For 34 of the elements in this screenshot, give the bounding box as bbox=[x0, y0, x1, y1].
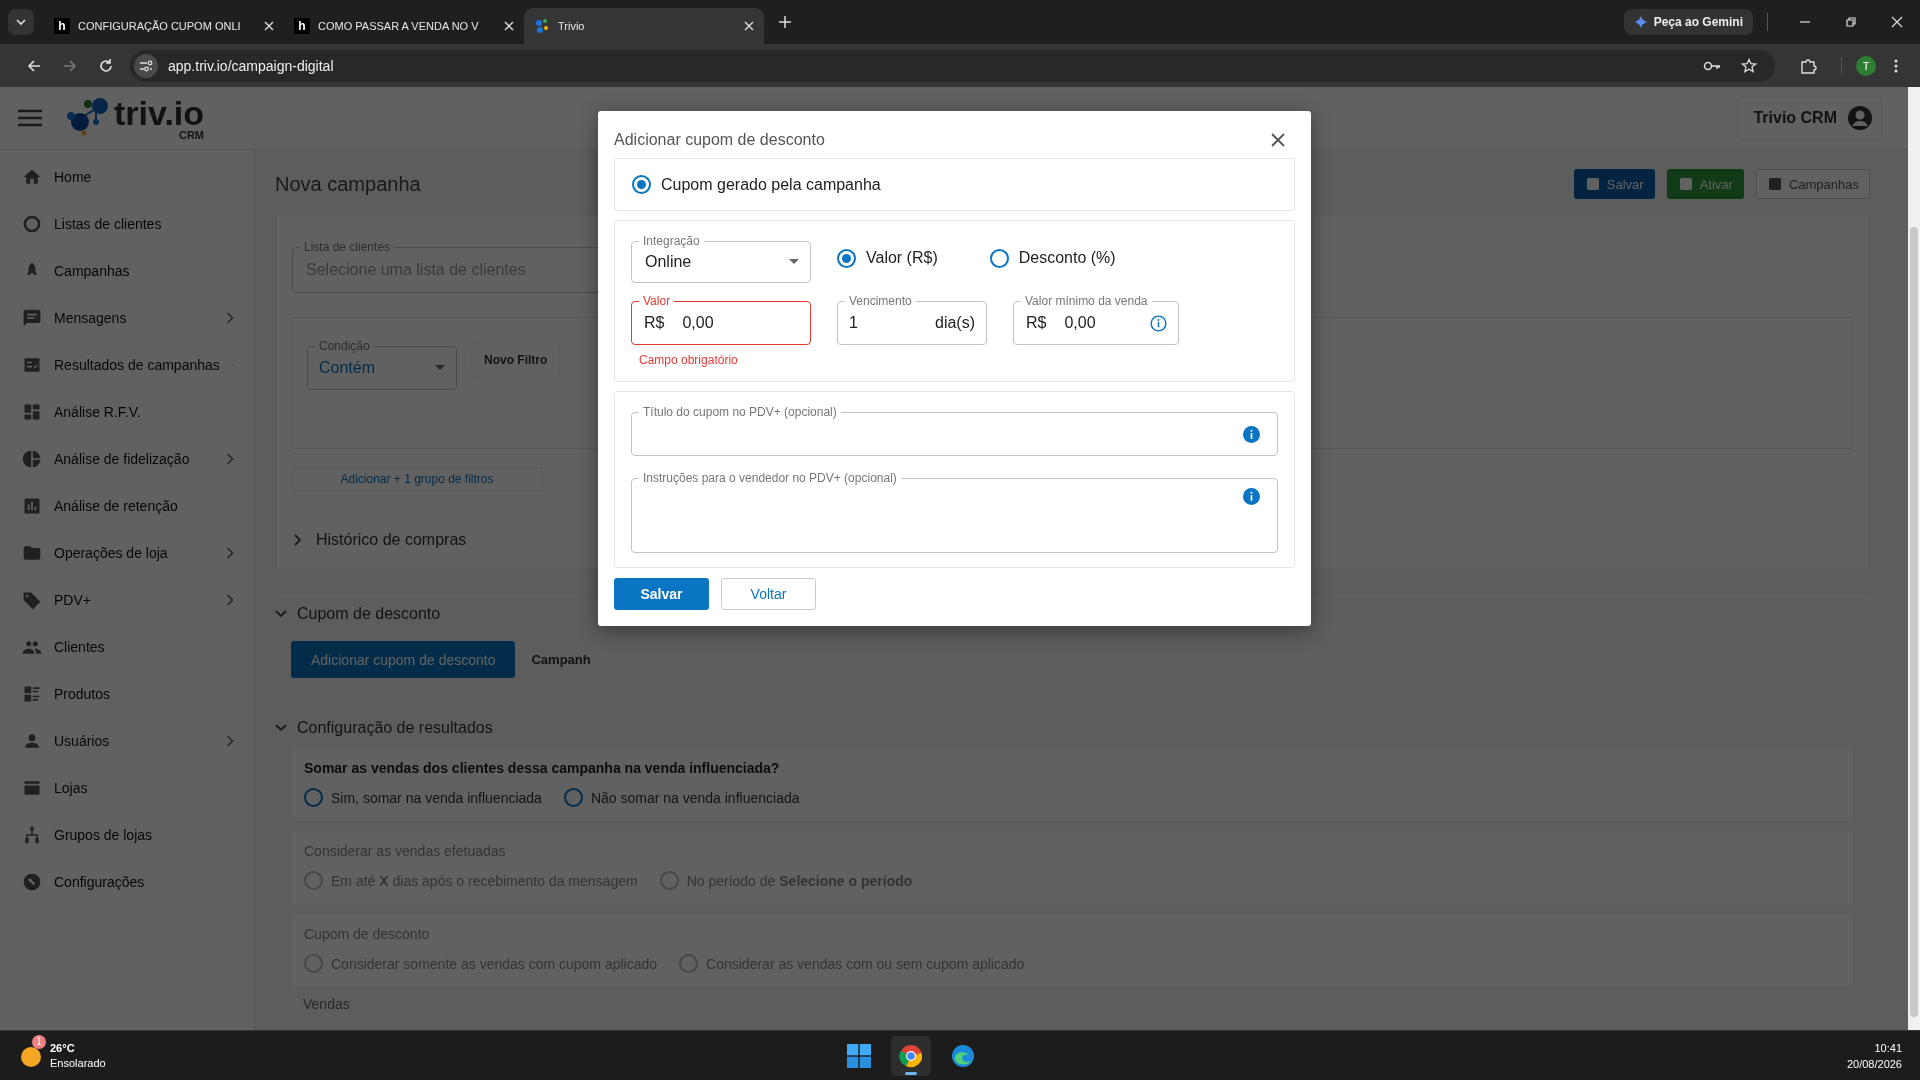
question-text: Somar as vendas dos clientes dessa campanha na venda influenciada? bbox=[304, 760, 781, 776]
field-label: Instruções para o vendedor no PDV+ (opcional) bbox=[639, 471, 901, 485]
unit-suffix: dia(s) bbox=[935, 314, 975, 332]
logo-text: triv.io bbox=[114, 95, 205, 130]
option-label: Desconto (%) bbox=[1018, 249, 1116, 267]
error-message: Campo obrigatório bbox=[638, 353, 739, 367]
tab-title: Trivio bbox=[558, 20, 586, 32]
weather-text: Ensolarado bbox=[50, 1055, 106, 1071]
option-label: Não somar na venda influenciada bbox=[590, 789, 800, 806]
currency-prefix: R$ bbox=[644, 314, 665, 332]
field-label: Título do cupom no PDV+ (opcional) bbox=[639, 405, 841, 419]
option-label: Sim, somar na venda influenciada bbox=[331, 789, 542, 806]
clock-date: 20/08/2026 bbox=[1846, 1056, 1902, 1072]
field-label: Valor mínimo da venda bbox=[1021, 294, 1152, 308]
url-text: app.triv.io/campaign-digital bbox=[168, 57, 334, 74]
tab-title: COMO PASSAR A VENDA NO V bbox=[318, 20, 480, 32]
temperature-text: 26°C bbox=[50, 1040, 76, 1056]
notification-badge: 1 bbox=[32, 1034, 46, 1049]
section-title: Cupom de desconto bbox=[297, 605, 441, 623]
option-label: Cupom gerado pela campanha bbox=[661, 175, 881, 194]
field-label: Integração bbox=[639, 234, 704, 248]
section-title: Configuração de resultados bbox=[297, 719, 493, 737]
tab-title: CONFIGURAÇÃO CUPOM ONLI bbox=[78, 20, 242, 32]
field-label: Vencimento bbox=[845, 294, 916, 308]
field-label: Valor bbox=[639, 294, 675, 308]
page-title: Nova campanha bbox=[275, 172, 421, 196]
logo-subtitle: CRM bbox=[179, 129, 205, 141]
currency-prefix: R$ bbox=[1026, 314, 1047, 332]
site-favicon: h bbox=[54, 18, 70, 34]
section-title: Histórico de compras bbox=[316, 531, 467, 549]
dialog-title: Adicionar cupom de desconto bbox=[614, 131, 825, 149]
option-label: Valor (R$) bbox=[866, 249, 938, 267]
site-favicon: h bbox=[294, 18, 310, 34]
clock-time: 10:41 bbox=[1874, 1040, 1902, 1056]
